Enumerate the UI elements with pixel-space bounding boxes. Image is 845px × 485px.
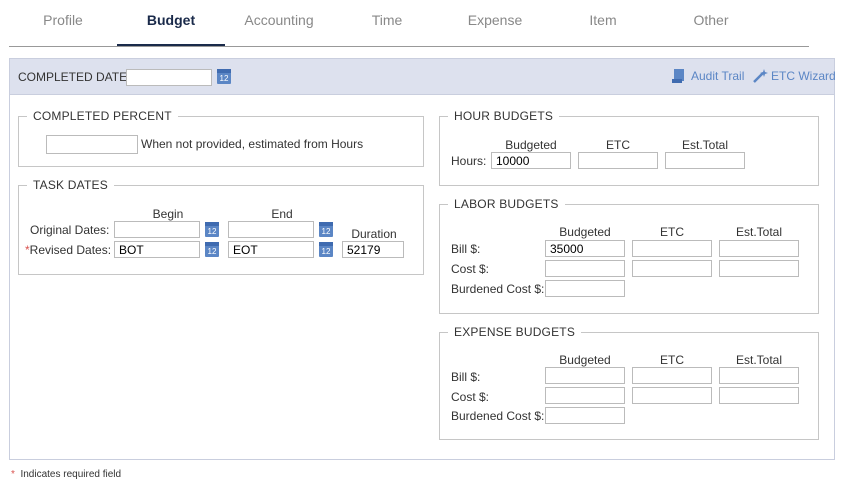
labor-burdened-label: Burdened Cost $: [451,282,545,296]
labor-budgets-legend: LABOR BUDGETS [448,197,565,211]
duration-field[interactable] [342,241,404,258]
labor-burdened-budgeted-field[interactable] [545,280,625,297]
task-dates-legend: TASK DATES [27,178,114,192]
original-end-field[interactable] [228,221,314,238]
hours-est-total-field[interactable] [665,152,745,169]
completed-percent-field[interactable] [46,135,138,154]
required-field-note: * Indicates required field [11,469,122,480]
revised-end-field[interactable] [228,241,314,258]
hours-etc-field[interactable] [578,152,658,169]
labor-cost-est-total-field[interactable] [719,260,799,277]
revised-begin-field[interactable] [114,241,200,258]
labor-bill-est-total-field[interactable] [719,240,799,257]
audit-trail-icon[interactable] [672,68,686,84]
calendar-icon[interactable]: 12 [205,222,219,237]
tab-accounting[interactable]: Accounting [225,0,333,46]
calendar-icon[interactable]: 12 [319,242,333,257]
hour-budgets-legend: HOUR BUDGETS [448,109,560,123]
original-dates-label: Original Dates: [30,223,110,237]
labor-bill-budgeted-field[interactable] [545,240,625,257]
tab-other[interactable]: Other [657,0,765,46]
hours-budgeted-field[interactable] [491,152,571,169]
revised-dates-label: *Revised Dates: [25,243,112,257]
tab-profile[interactable]: Profile [9,0,117,46]
audit-trail-link[interactable]: Audit Trail [691,69,744,83]
labor-budgets-group: LABOR BUDGETS [439,197,819,314]
calendar-icon[interactable]: 12 [205,242,219,257]
tab-item[interactable]: Item [549,0,657,46]
tab-time[interactable]: Time [333,0,441,46]
calendar-icon[interactable]: 12 [217,69,231,84]
expense-cost-etc-field[interactable] [632,387,712,404]
begin-header: Begin [152,207,184,221]
completed-percent-legend: COMPLETED PERCENT [27,109,178,123]
labor-cost-etc-field[interactable] [632,260,712,277]
required-mark: * [11,469,15,480]
labor-bill-label: Bill $: [451,242,481,256]
est-total-header: Est.Total [735,225,783,239]
original-begin-field[interactable] [114,221,200,238]
est-total-header: Est.Total [681,138,729,152]
end-header: End [271,207,293,221]
wand-icon[interactable] [752,68,768,84]
expense-budgets-legend: EXPENSE BUDGETS [448,325,582,339]
duration-header: Duration [351,227,397,241]
expense-cost-label: Cost $: [451,390,490,404]
completed-date-field[interactable] [126,69,212,86]
tab-budget[interactable]: Budget [117,0,225,46]
tab-underline [9,46,809,47]
expense-bill-est-total-field[interactable] [719,367,799,384]
budgeted-header: Budgeted [559,353,611,367]
budgeted-header: Budgeted [559,225,611,239]
expense-burdened-label: Burdened Cost $: [451,409,545,423]
expense-bill-budgeted-field[interactable] [545,367,625,384]
etc-header: ETC [606,138,630,152]
completed-date-label: COMPLETED DATE: [18,70,131,84]
etc-header: ETC [660,225,684,239]
etc-wizard-link[interactable]: ETC Wizard [771,69,836,83]
calendar-icon[interactable]: 12 [319,222,333,237]
hours-label: Hours: [451,154,487,168]
labor-cost-budgeted-field[interactable] [545,260,625,277]
expense-bill-label: Bill $: [451,370,481,384]
completed-percent-note: When not provided, estimated from Hours [141,137,364,151]
expense-cost-est-total-field[interactable] [719,387,799,404]
expense-bill-etc-field[interactable] [632,367,712,384]
est-total-header: Est.Total [735,353,783,367]
expense-budgets-group: EXPENSE BUDGETS [439,325,819,440]
labor-cost-label: Cost $: [451,262,490,276]
etc-header: ETC [660,353,684,367]
expense-cost-budgeted-field[interactable] [545,387,625,404]
budgeted-header: Budgeted [505,138,557,152]
tab-expense[interactable]: Expense [441,0,549,46]
labor-bill-etc-field[interactable] [632,240,712,257]
expense-burdened-budgeted-field[interactable] [545,407,625,424]
